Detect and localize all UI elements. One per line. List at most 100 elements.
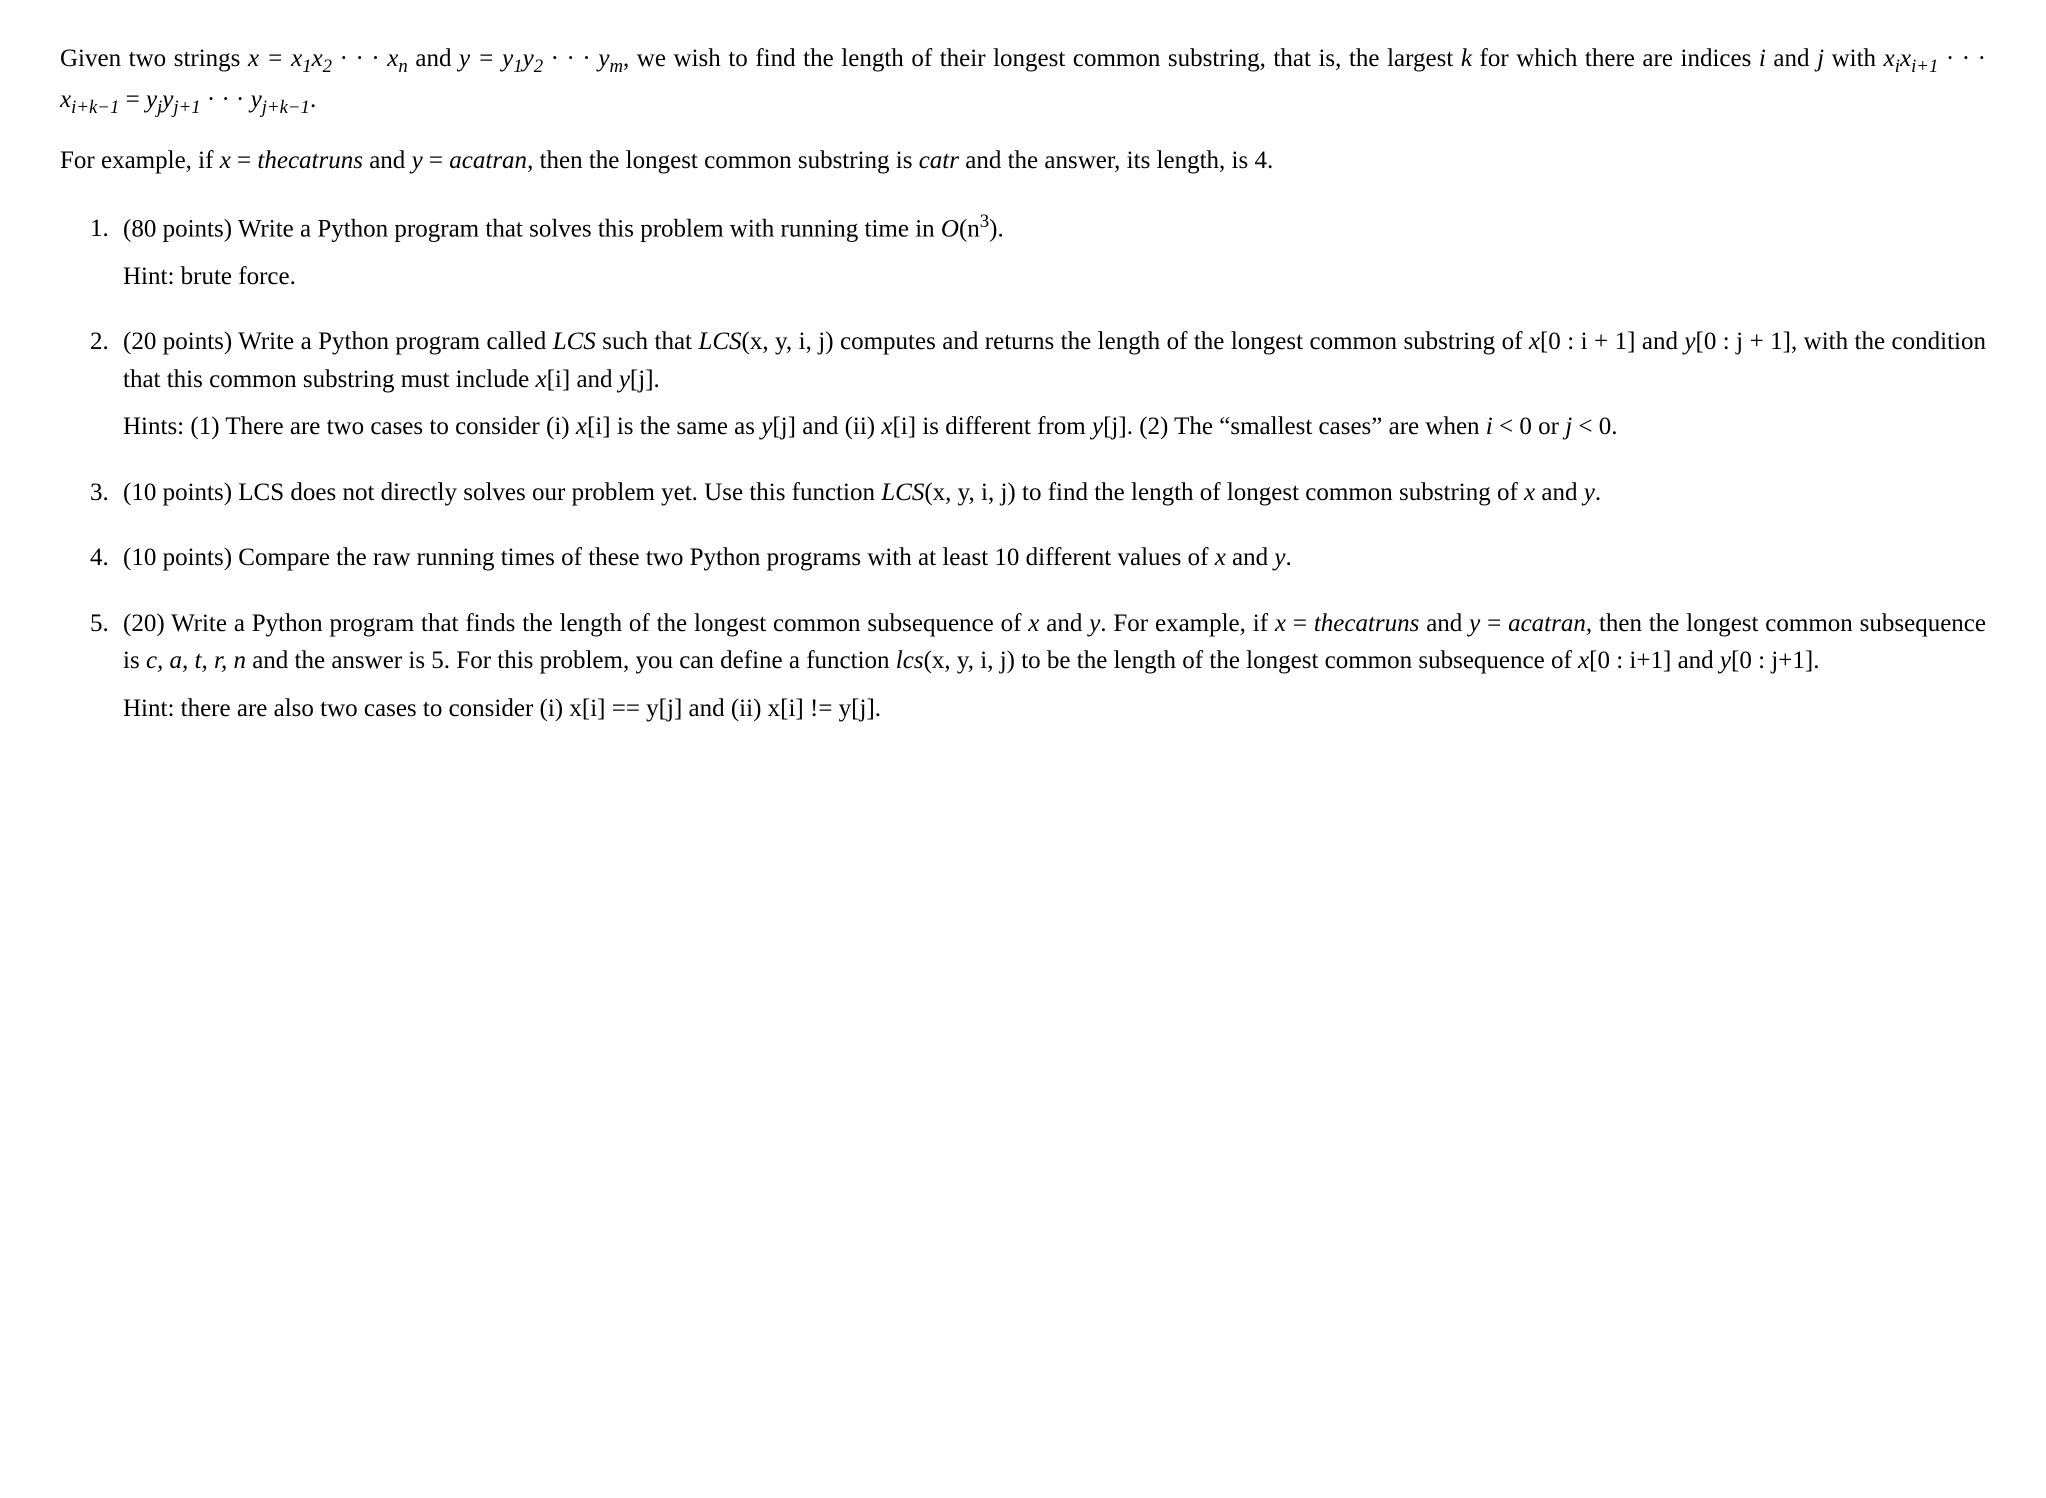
math: x (535, 366, 546, 393)
math-y: y (1584, 479, 1595, 506)
hint-5: Hint: there are also two cases to consid… (123, 690, 1986, 728)
math: i (1486, 413, 1493, 440)
text: For example, if (60, 147, 220, 174)
sub: 2 (534, 56, 543, 77)
text: . (2) The “smallest cases” are when (1127, 413, 1486, 440)
text: and the answer, its length, is 4. (959, 147, 1273, 174)
points: (10 points) (123, 479, 238, 506)
math-y: y (412, 147, 423, 174)
eq: = (231, 147, 258, 174)
points: (20 points) (123, 328, 238, 355)
math-x: x (1028, 610, 1039, 637)
big-o-end: ) (989, 215, 997, 242)
sub: n (398, 56, 407, 77)
problem-5: (20) Write a Python program that finds t… (115, 605, 1986, 728)
bracket: [i] (587, 413, 611, 440)
hint-text: Hints: (1) There are two cases to consid… (123, 413, 576, 440)
intro-text-2: For example, if x = thecatruns and y = a… (60, 147, 1273, 174)
hint-2: Hints: (1) There are two cases to consid… (123, 408, 1986, 446)
text: and (ii) (796, 413, 881, 440)
math: y (251, 86, 262, 113)
example-x: thecatruns (1314, 610, 1420, 637)
example-result: catr (919, 147, 959, 174)
points: (20) (123, 610, 171, 637)
sub: 2 (323, 56, 332, 77)
text: to find the length of longest common sub… (1016, 479, 1524, 506)
sub: i+k−1 (71, 97, 119, 118)
math-y-eq: y = y (459, 45, 513, 72)
lcs-func: lcs (896, 647, 924, 674)
math: x (1529, 328, 1540, 355)
text: Compare the raw running times of these t… (238, 544, 1214, 571)
lcs: LCS (698, 328, 741, 355)
problem-4: (10 points) Compare the raw running time… (115, 539, 1986, 577)
text: < 0 or (1493, 413, 1565, 440)
math: x (60, 86, 71, 113)
text: and (1671, 647, 1720, 674)
big-o-inner: (n (959, 215, 980, 242)
text: with (1824, 45, 1884, 72)
text: and the answer is 5. For this problem, y… (246, 647, 896, 674)
intro-paragraph-1: Given two strings x = x1x2 · · · xn and … (60, 40, 1986, 122)
text: Write a Python program that solves this … (238, 215, 941, 242)
lcs: LCS (881, 479, 924, 506)
sub: j+1 (173, 97, 200, 118)
args: (x, y, i, j) (742, 328, 834, 355)
period: . (310, 86, 316, 113)
math: y (1720, 647, 1731, 674)
bracket: [0 : j+1] (1731, 647, 1813, 674)
text: and (1635, 328, 1684, 355)
problem-1: (80 points) Write a Python program that … (115, 208, 1986, 295)
dots: · · · (332, 45, 387, 72)
text: and (1419, 610, 1469, 637)
text: and (1766, 45, 1817, 72)
text: Given two strings (60, 45, 248, 72)
period: . (1813, 647, 1819, 674)
text: , we wish to find the length of their lo… (623, 45, 1461, 72)
sub: 1 (513, 56, 522, 77)
math-y: y (1274, 544, 1285, 571)
math: y (598, 45, 609, 72)
text: Write a Python program called (238, 328, 552, 355)
math-j: j (1817, 45, 1824, 72)
text: and (363, 147, 412, 174)
text: computes and returns the length of the l… (834, 328, 1529, 355)
sub: m (609, 56, 623, 77)
bracket: [i] (547, 366, 571, 393)
period: . (1286, 544, 1292, 571)
math: x (1884, 45, 1895, 72)
math-k: k (1461, 45, 1472, 72)
bracket: [j] (1103, 413, 1127, 440)
points: (10 points) (123, 544, 238, 571)
math-i: i (1759, 45, 1766, 72)
text: for which there are indices (1472, 45, 1759, 72)
hint-text: Hint: there are also two cases to consid… (123, 695, 881, 722)
text: , then the longest common substring is (527, 147, 919, 174)
big-o: O (941, 215, 959, 242)
sup: 3 (980, 211, 989, 232)
bracket: [j] (630, 366, 654, 393)
sub: i+1 (1911, 56, 1938, 77)
math-x-eq: x = x (248, 45, 302, 72)
points: (80 points) (123, 215, 238, 242)
intro-paragraph-2: For example, if x = thecatruns and y = a… (60, 142, 1986, 180)
hint-1: Hint: brute force. (123, 258, 1986, 296)
text: to be the length of the longest common s… (1015, 647, 1578, 674)
text: such that (596, 328, 699, 355)
period: . (998, 215, 1004, 242)
math: y (523, 45, 534, 72)
eq: = (1286, 610, 1314, 637)
math: x (312, 45, 323, 72)
math: x (576, 413, 587, 440)
period: . (1595, 479, 1601, 506)
hint-text: Hint: brute force. (123, 263, 296, 290)
math: y (761, 413, 772, 440)
text: Write a Python program that finds the le… (171, 610, 1028, 637)
math: y (619, 366, 630, 393)
args: (x, y, i, j) (924, 479, 1015, 506)
bracket: [0 : i+1] (1589, 647, 1671, 674)
math: x (387, 45, 398, 72)
text: and (570, 366, 619, 393)
math: y (1684, 328, 1695, 355)
text: and (408, 45, 459, 72)
